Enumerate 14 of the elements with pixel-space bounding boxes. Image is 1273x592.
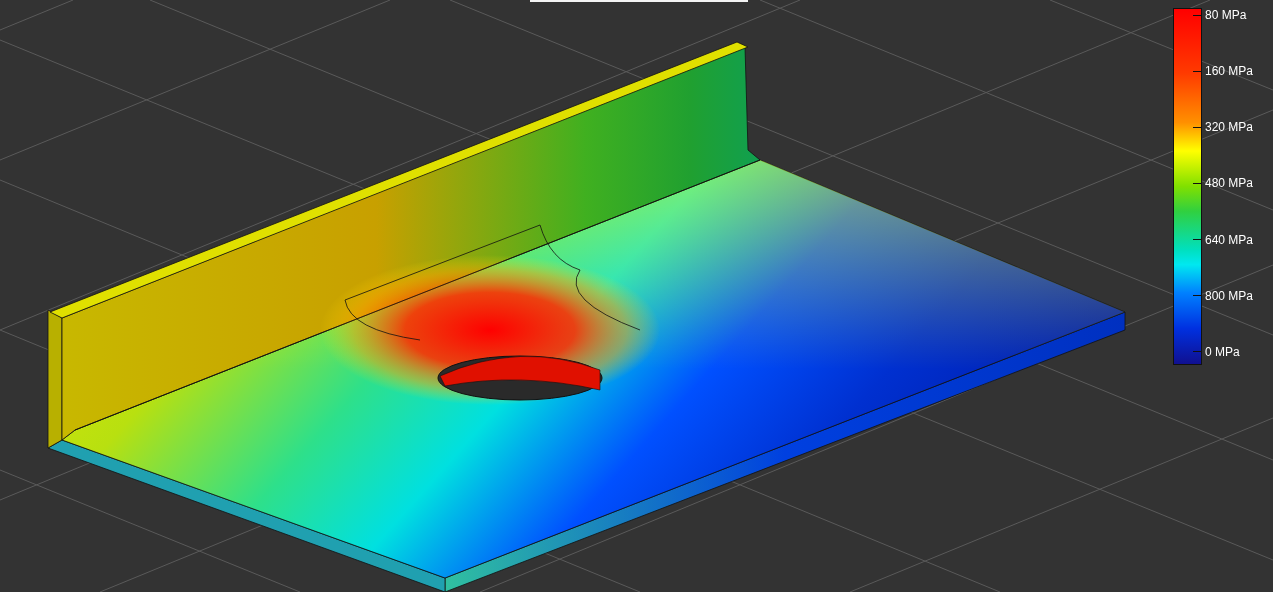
scale-label: 160 MPa xyxy=(1205,64,1254,79)
tick-mark xyxy=(1193,182,1201,184)
tick-mark xyxy=(1193,14,1201,16)
scale-label: 320 MPa xyxy=(1205,120,1254,135)
tick-mark xyxy=(1193,70,1201,72)
tick-mark xyxy=(1193,351,1201,353)
scale-label: 0 MPa xyxy=(1205,344,1240,359)
scale-label: 640 MPa xyxy=(1205,232,1254,247)
tick-mark xyxy=(1193,239,1201,241)
scale-label: 800 MPa xyxy=(1205,288,1254,303)
scale-label: 80 MPa xyxy=(1205,8,1247,22)
tick-mark xyxy=(1193,126,1201,128)
scale-label: 480 MPa xyxy=(1205,176,1254,191)
tick-mark xyxy=(1193,295,1201,297)
